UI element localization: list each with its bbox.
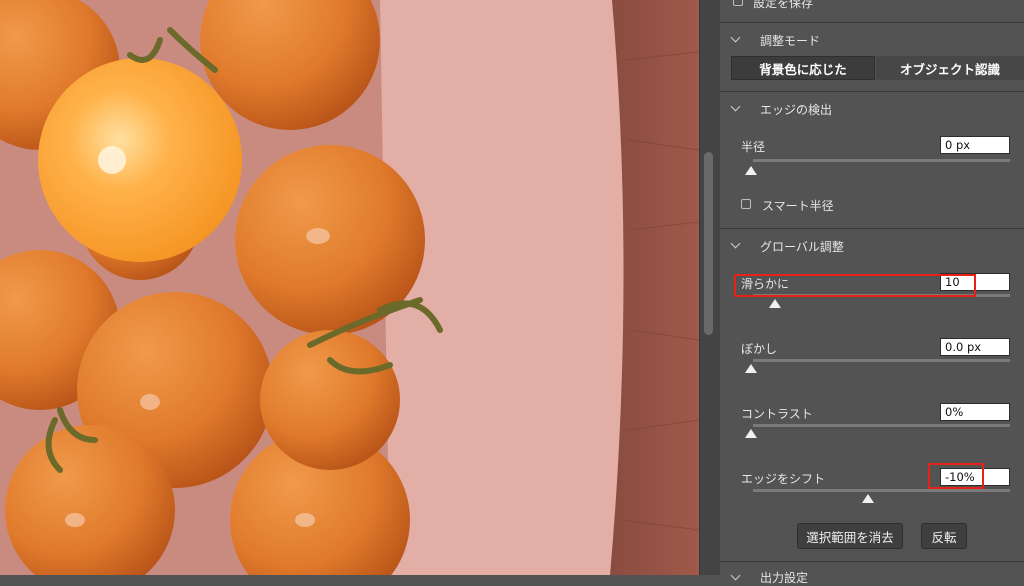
contrast-slider-track[interactable] — [753, 424, 1010, 427]
feather-label: ぼかし — [741, 342, 778, 356]
chevron-down-icon[interactable] — [730, 101, 741, 112]
chevron-down-icon[interactable] — [730, 32, 741, 43]
slider-thumb-icon[interactable] — [745, 364, 757, 373]
radius-slider-track[interactable] — [753, 159, 1010, 162]
slider-thumb-icon[interactable] — [745, 166, 757, 175]
divider — [720, 561, 1024, 562]
divider — [720, 22, 1024, 23]
slider-thumb-icon[interactable] — [862, 494, 874, 503]
smart-radius-label: スマート半径 — [762, 199, 834, 213]
feather-slider-track[interactable] — [753, 359, 1010, 362]
contrast-field[interactable]: 0% — [940, 403, 1010, 421]
mode-object-aware-button[interactable]: オブジェクト認識 — [876, 56, 1024, 80]
slider-thumb-icon[interactable] — [745, 429, 757, 438]
section-title-adjust-mode[interactable]: 調整モード — [760, 32, 820, 49]
properties-panel: 設定を保存 調整モード 背景色に応じた オブジェクト認識 エッジの検出 半径 0… — [720, 0, 1024, 585]
shift-edge-label: エッジをシフト — [741, 472, 826, 486]
shift-edge-slider-track[interactable] — [753, 489, 1010, 492]
feather-field[interactable]: 0.0 px — [940, 338, 1010, 356]
divider — [720, 91, 1024, 92]
mode-color-aware-button[interactable]: 背景色に応じた — [731, 56, 875, 80]
section-title-edge-detection[interactable]: エッジの検出 — [760, 101, 832, 118]
tomato-photo — [0, 0, 699, 575]
shift-edge-highlight-box — [928, 463, 984, 489]
smooth-highlight-box — [734, 274, 976, 297]
save-settings-checkbox[interactable] — [733, 0, 743, 6]
contrast-label: コントラスト — [741, 407, 813, 421]
slider-thumb-icon[interactable] — [769, 299, 781, 308]
scrollbar-thumb[interactable] — [704, 152, 713, 335]
section-title-output-settings[interactable]: 出力設定 — [760, 569, 808, 586]
invert-button[interactable]: 反転 — [921, 523, 967, 549]
section-title-global-refinements[interactable]: グローバル調整 — [760, 238, 844, 255]
radius-label: 半径 — [741, 140, 766, 154]
clear-selection-button[interactable]: 選択範囲を消去 — [797, 523, 903, 549]
radius-field[interactable]: 0 px — [940, 136, 1010, 154]
chevron-down-icon[interactable] — [730, 238, 741, 249]
smart-radius-checkbox[interactable] — [741, 199, 751, 209]
chevron-down-icon[interactable] — [730, 570, 741, 581]
save-settings-label: 設定を保存 — [753, 0, 814, 10]
image-canvas[interactable] — [0, 0, 699, 575]
divider — [720, 228, 1024, 229]
